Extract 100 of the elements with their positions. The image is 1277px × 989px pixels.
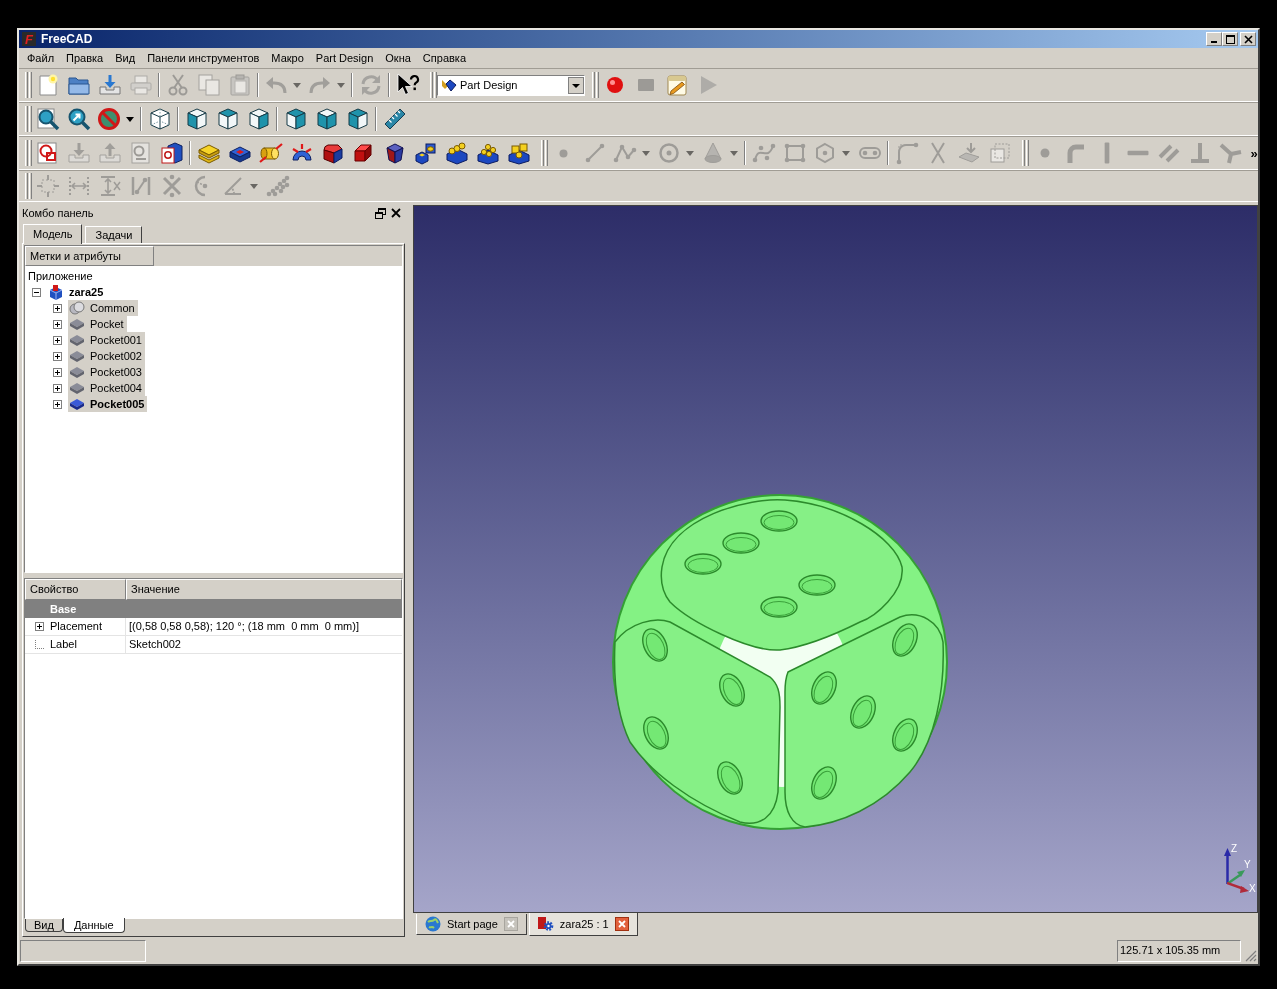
tree-item-label: zara25	[69, 286, 104, 298]
expand-box-icon[interactable]	[53, 383, 62, 393]
expand-box-icon[interactable]	[53, 399, 62, 409]
tree-item[interactable]: Pocket004	[68, 380, 145, 396]
toolbar-handle[interactable]	[24, 173, 32, 199]
property-value: [(0,58 0,58 0,58); 120 °; (18 mm 0 mm 0 mm)]	[128, 619, 360, 634]
y-axis-arrow	[1227, 870, 1245, 884]
dock-title: Комбо панель	[22, 207, 94, 219]
cube-bottom-view-icon	[314, 107, 339, 131]
tree-item[interactable]: Pocket001	[68, 332, 145, 348]
property-name: Label	[50, 639, 77, 650]
tree-item-label: Pocket002	[90, 350, 142, 362]
wedge-diamond-icon	[441, 77, 457, 93]
panel-tab[interactable]: Вид	[25, 919, 63, 932]
toolbar-handle[interactable]	[429, 72, 437, 98]
toolbar-handle[interactable]	[24, 106, 32, 132]
property-value: Sketch002	[128, 637, 182, 652]
box-flag-icon	[48, 284, 64, 300]
expand-box-icon[interactable]	[53, 351, 62, 361]
menu-item[interactable]: Справка	[416, 50, 472, 67]
size-grip-icon[interactable]	[1245, 950, 1257, 962]
close-icon	[1243, 34, 1253, 44]
toolbar-handle[interactable]	[591, 72, 599, 98]
tree-item[interactable]: Common	[68, 300, 138, 316]
panel-tab[interactable]: Задачи	[85, 226, 143, 243]
maximize-button[interactable]	[1222, 32, 1238, 46]
sketch-icon	[35, 141, 60, 165]
expand-box-icon[interactable]	[53, 335, 62, 345]
undock-button[interactable]	[375, 207, 386, 219]
printer-icon	[128, 73, 153, 97]
column-header[interactable]: Метки и атрибуты	[25, 246, 154, 266]
ruler-icon	[382, 107, 407, 131]
expand-box-icon[interactable]	[35, 622, 44, 631]
multi-transform-icon	[506, 141, 531, 165]
document-tab[interactable]: zara25 : 1	[528, 913, 638, 936]
dock-close-button[interactable]	[391, 208, 401, 218]
menu-item[interactable]: Вид	[109, 50, 142, 67]
toolbar-handle[interactable]	[24, 72, 32, 98]
column-header[interactable]: Значение	[126, 579, 402, 600]
cube-front-view-icon	[184, 107, 209, 131]
collapse-box-icon[interactable]	[32, 287, 41, 297]
minimize-button[interactable]	[1206, 32, 1222, 46]
tree-item[interactable]: Pocket002	[68, 348, 145, 364]
status-dimensions: 125.71 x 105.35 mm	[1117, 939, 1241, 962]
hexagon-icon	[813, 141, 837, 165]
tree-item-label: Pocket004	[90, 382, 142, 394]
spline-curve-icon	[751, 141, 776, 165]
polar-pattern-icon	[475, 141, 500, 165]
maximize-icon	[1225, 34, 1235, 44]
cube-right-view-icon	[246, 107, 271, 131]
dashed-square-icon	[35, 174, 60, 198]
menu-item[interactable]: Правка	[60, 50, 110, 67]
menu-item[interactable]: Панели инструментов	[141, 50, 266, 67]
tree-item[interactable]: Pocket005	[68, 396, 148, 412]
expand-box-icon[interactable]	[53, 303, 62, 313]
cube-rear-view-icon	[283, 107, 308, 131]
panel-tab[interactable]: Модель	[23, 224, 83, 244]
toolbar-handle[interactable]	[1021, 140, 1029, 166]
expand-box-icon[interactable]	[53, 367, 62, 377]
panel-tab[interactable]: Данные	[62, 918, 125, 933]
close-icon[interactable]	[614, 917, 629, 931]
close-button[interactable]	[1240, 32, 1256, 46]
tree-item[interactable]: zara25	[47, 284, 107, 300]
vertical-bar-icon	[1103, 142, 1110, 164]
tree-item-label: Pocket	[90, 318, 124, 330]
horizontal-bar-icon	[1126, 150, 1149, 156]
more-tools-button[interactable]: »	[1246, 139, 1262, 167]
property-name: Placement	[50, 621, 102, 632]
toolbar-handle[interactable]	[540, 140, 548, 166]
menu-item[interactable]: Part Design	[309, 50, 380, 67]
tree-item[interactable]: Pocket003	[68, 364, 145, 380]
clipboard-icon	[227, 73, 252, 97]
expand-box-icon[interactable]	[53, 319, 62, 329]
box-sketch-icon	[159, 141, 184, 165]
tray-up-arrow-icon	[97, 141, 122, 165]
column-header[interactable]: Свойство	[25, 579, 126, 600]
tree-item-label: Common	[90, 302, 135, 314]
cube-top-view-icon	[215, 107, 240, 131]
overlapping-windows-icon	[375, 207, 386, 219]
rectangle-icon	[782, 141, 807, 165]
rounded-block-icon	[320, 141, 345, 165]
toolbar-handle[interactable]	[24, 140, 32, 166]
close-icon	[391, 208, 401, 218]
tray-arrow-icon	[66, 141, 91, 165]
globe-icon	[425, 916, 441, 932]
rounded-corner-icon	[894, 141, 919, 165]
external-geometry-icon	[956, 141, 981, 165]
revolve-cylinder-icon	[258, 141, 283, 165]
tree-item[interactable]: Pocket	[68, 316, 127, 332]
tree-item-label: Pocket005	[90, 398, 145, 410]
cube-left-view-icon	[345, 107, 370, 131]
no-entry-sign-icon	[97, 107, 121, 131]
menu-item[interactable]: Окна	[379, 50, 417, 67]
z-axis-arrow	[1224, 848, 1231, 884]
document-tab[interactable]: Start page	[416, 914, 527, 935]
workbench-dropdown[interactable]: Part Design	[437, 74, 585, 96]
zoom-arrow-icon	[66, 107, 91, 131]
coincident-point-icon	[1039, 148, 1050, 158]
menu-item[interactable]: Макро	[265, 50, 310, 67]
menu-item[interactable]: Файл	[21, 50, 61, 67]
